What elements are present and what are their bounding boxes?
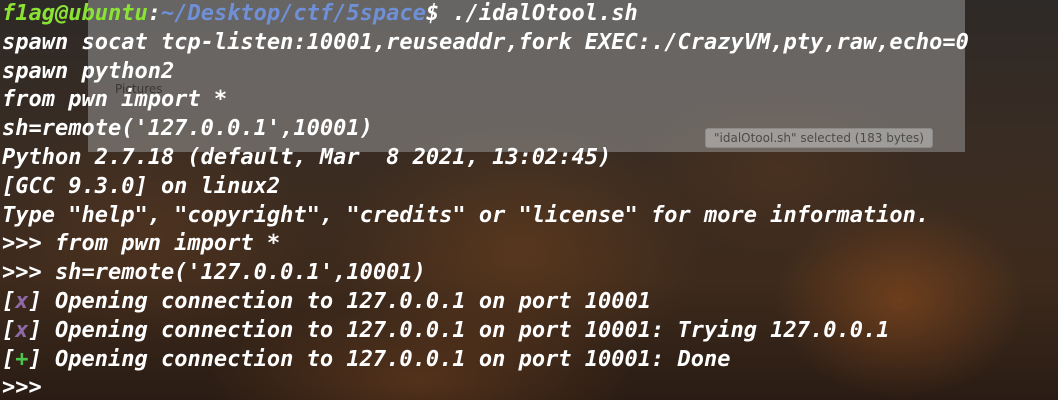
output-line: >>> sh=remote('127.0.0.1',10001) <box>2 260 426 286</box>
bracket-open: [ <box>2 317 16 343</box>
prompt-separator: : <box>147 1 161 26</box>
terminal-output: f1ag@ubuntu:~/Desktop/ctf/5space$ ./idal… <box>2 0 969 400</box>
bracket-close: ] <box>28 288 42 314</box>
status-mark-plus: + <box>15 346 29 372</box>
output-line: [GCC 9.3.0] on linux2 <box>2 173 281 199</box>
status-text: Opening connection to 127.0.0.1 on port … <box>41 346 731 372</box>
output-line: Python 2.7.18 (default, Mar 8 2021, 13:0… <box>2 144 612 170</box>
bracket-close: ] <box>28 317 42 343</box>
status-line: [x] Opening connection to 127.0.0.1 on p… <box>2 317 969 346</box>
prompt-line: f1ag@ubuntu:~/Desktop/ctf/5space$ ./idal… <box>2 0 969 29</box>
prompt-dollar: $ <box>425 1 440 26</box>
prompt-user-host: f1ag@ubuntu <box>2 1 148 26</box>
status-text: Opening connection to 127.0.0.1 on port … <box>41 317 890 343</box>
output-line: sh=remote('127.0.0.1',10001) <box>2 116 373 142</box>
python-prompt[interactable]: >>> <box>2 374 969 400</box>
output-line: >>> from pwn import * <box>2 231 281 257</box>
bracket-open: [ <box>2 288 16 314</box>
output-line: from pwn import * <box>2 87 228 113</box>
status-mark-x: x <box>15 288 29 314</box>
prompt-path: ~/Desktop/ctf/5space <box>160 1 426 26</box>
status-mark-x: x <box>15 317 29 343</box>
prompt-command: ./idalOtool.sh <box>439 1 638 26</box>
bracket-close: ] <box>28 346 42 372</box>
status-line: [x] Opening connection to 127.0.0.1 on p… <box>2 288 969 317</box>
terminal-window[interactable]: Pictures "idalOtool.sh" selected (183 by… <box>0 0 1058 400</box>
status-text: Opening connection to 127.0.0.1 on port … <box>41 288 652 314</box>
status-line: [+] Opening connection to 127.0.0.1 on p… <box>2 346 969 375</box>
output-line: spawn socat tcp-listen:10001,reuseaddr,f… <box>2 29 969 55</box>
output-line: spawn python2 <box>2 58 175 84</box>
output-line: Type "help", "copyright", "credits" or "… <box>2 202 930 228</box>
bracket-open: [ <box>2 346 16 372</box>
